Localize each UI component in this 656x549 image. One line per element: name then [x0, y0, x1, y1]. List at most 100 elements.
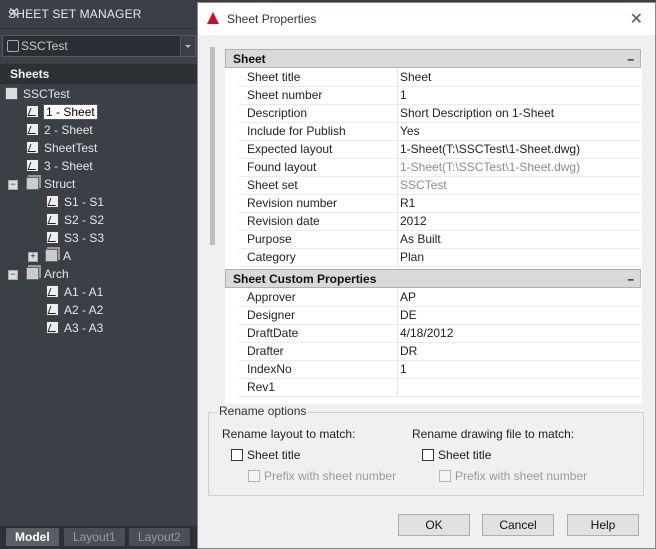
palette-close-icon[interactable]: ✕ [8, 4, 194, 21]
tab-layout2[interactable]: Layout2 [129, 528, 190, 546]
tree-node-sheet[interactable]: 2 - Sheet [26, 121, 93, 139]
close-icon[interactable]: ✕ [630, 9, 643, 29]
property-row[interactable]: Description Short Description on 1-Sheet [239, 104, 641, 123]
collapse-icon[interactable]: – [627, 50, 634, 68]
palette-title-bar: SHEET SET MANAGER ✕ [0, 0, 200, 29]
property-value[interactable]: R1 [400, 196, 415, 210]
sheet-set-icon [7, 40, 19, 52]
column-divider [397, 212, 398, 230]
tree-node-subset[interactable]: Arch [26, 265, 69, 283]
tree-node-sheet[interactable]: S1 - S1 [46, 193, 104, 211]
tree-node-sheet[interactable]: 3 - Sheet [26, 157, 93, 175]
property-row[interactable]: Sheet number 1 [239, 86, 641, 105]
property-value[interactable]: 1-Sheet(T:\SSCTest\1-Sheet.dwg) [400, 160, 580, 174]
file-prefix-checkbox[interactable] [439, 470, 451, 482]
tree-node-sheet[interactable]: 1 - Sheet [26, 103, 98, 121]
property-row[interactable]: Sheet set SSCTest [239, 176, 641, 195]
property-row[interactable]: Designer DE [239, 306, 641, 325]
property-row[interactable]: Include for Publish Yes [239, 122, 641, 141]
property-value[interactable]: DR [400, 344, 417, 358]
tree-node-label: S1 - S1 [64, 195, 105, 209]
tab-layout1[interactable]: Layout1 [64, 528, 125, 546]
tree-node-sheet[interactable]: A2 - A2 [46, 301, 103, 319]
property-row[interactable]: Drafter DR [239, 342, 641, 361]
property-row[interactable]: Expected layout 1-Sheet(T:\SSCTest\1-Shee… [239, 140, 641, 159]
collapse-icon[interactable]: − [8, 270, 18, 280]
property-value[interactable]: 2012 [400, 214, 427, 228]
tab-model[interactable]: Model [6, 528, 59, 546]
property-value[interactable]: 1 [400, 88, 407, 102]
sheets-tab[interactable]: Sheets [0, 64, 200, 84]
property-name: Purpose [247, 232, 292, 246]
file-sheet-title-checkbox[interactable] [422, 449, 434, 461]
section-header-sheet[interactable]: Sheet – [225, 49, 641, 68]
property-row[interactable]: Approver AP [239, 288, 641, 307]
tree-node-sheet[interactable]: S2 - S2 [46, 211, 104, 229]
property-value[interactable]: SSCTest [400, 178, 447, 192]
property-row[interactable]: Purpose As Built [239, 230, 641, 249]
property-row[interactable]: Sheet title Sheet [239, 68, 641, 87]
ok-button[interactable]: OK [398, 514, 470, 536]
layout-prefix-checkbox[interactable] [248, 470, 260, 482]
property-row[interactable]: Rev1 [239, 378, 641, 397]
property-name: Rev1 [247, 380, 276, 394]
property-row[interactable]: Revision date 2012 [239, 212, 641, 231]
help-button[interactable]: Help [567, 514, 639, 536]
tree-node-label: A3 - A3 [64, 321, 104, 335]
property-name: Designer [247, 308, 296, 322]
expand-icon[interactable]: + [28, 252, 38, 262]
property-value[interactable]: AP [400, 290, 416, 304]
tree-node-sheet[interactable]: SheetTest [26, 139, 97, 157]
file-sheet-title-label: Sheet title [438, 448, 492, 462]
tree-node-subset[interactable]: Struct [26, 175, 75, 193]
property-row[interactable]: Category Plan [239, 248, 641, 267]
property-row[interactable]: DraftDate 4/18/2012 [239, 324, 641, 343]
tree-node-sheet[interactable]: S3 - S3 [46, 229, 104, 247]
property-value[interactable]: As Built [400, 232, 441, 246]
tree-node-subset[interactable]: A [45, 247, 71, 265]
property-row[interactable]: IndexNo 1 [239, 360, 641, 379]
property-value[interactable]: DE [400, 308, 417, 322]
property-value[interactable]: 1-Sheet(T:\SSCTest\1-Sheet.dwg) [400, 142, 580, 156]
sheet-set-icon [5, 87, 18, 100]
property-value[interactable]: Yes [400, 124, 420, 138]
column-divider [397, 122, 398, 140]
property-row[interactable]: Revision number R1 [239, 194, 641, 213]
property-value[interactable]: Sheet [400, 70, 431, 84]
cancel-button[interactable]: Cancel [482, 514, 554, 536]
sheet-icon [26, 105, 39, 118]
tree-node-label: A1 - A1 [64, 285, 104, 299]
section-title: Sheet Custom Properties [233, 272, 377, 286]
property-row[interactable]: Found layout 1-Sheet(T:\SSCTest\1-Sheet.d… [239, 158, 641, 177]
collapse-icon[interactable]: − [8, 180, 18, 190]
tree-node-root[interactable]: SSCTest [5, 85, 70, 103]
column-divider [397, 324, 398, 342]
property-name: Sheet title [247, 70, 301, 84]
property-name: Description [247, 106, 308, 120]
property-value[interactable]: 4/18/2012 [400, 326, 453, 340]
layout-sheet-title-checkbox[interactable] [231, 449, 243, 461]
sheet-set-manager-palette: SHEET SET MANAGER ✕ SSCTest Sheets SSCTe… [0, 0, 200, 549]
sheet-icon [46, 321, 59, 334]
dialog-title: Sheet Properties [227, 12, 317, 26]
chevron-down-icon[interactable] [180, 36, 195, 56]
property-value[interactable]: 1 [400, 362, 407, 376]
column-divider [397, 68, 398, 86]
section-header-custom[interactable]: Sheet Custom Properties – [225, 269, 641, 288]
sheet-icon [26, 159, 39, 172]
tree-node-label-selected: 1 - Sheet [43, 104, 98, 120]
tree-node-sheet[interactable]: A3 - A3 [46, 319, 103, 337]
property-name: Expected layout [247, 142, 333, 156]
sheet-icon [26, 123, 39, 136]
sheet-set-dropdown[interactable]: SSCTest [2, 35, 196, 57]
property-value[interactable]: Short Description on 1-Sheet [400, 106, 554, 120]
sheets-tab-label: Sheets [10, 67, 50, 81]
tree-node-label: 2 - Sheet [44, 123, 93, 137]
property-grid-scrollbar[interactable] [210, 47, 215, 245]
tree-node-label: S3 - S3 [64, 231, 105, 245]
tree-node-label: SheetTest [44, 141, 98, 155]
tree-node-label: 3 - Sheet [44, 159, 93, 173]
property-value[interactable]: Plan [400, 250, 424, 264]
tree-node-sheet[interactable]: A1 - A1 [46, 283, 103, 301]
collapse-icon[interactable]: – [627, 270, 634, 288]
